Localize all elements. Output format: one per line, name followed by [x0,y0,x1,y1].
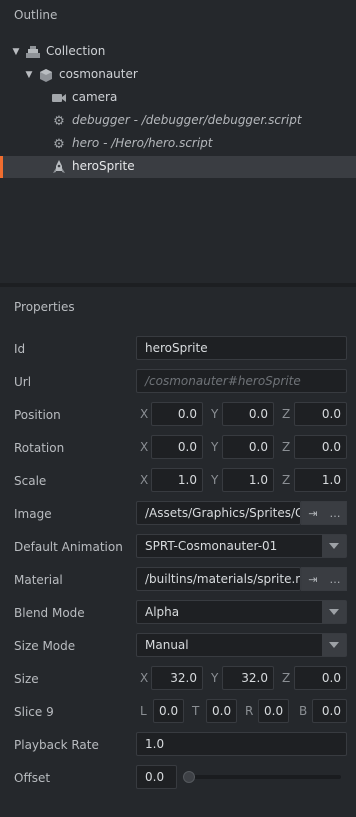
chevron-down-icon [322,634,346,656]
chevron-down-icon [322,535,346,557]
default-animation-label: Default Animation [14,540,123,554]
default-animation-dropdown[interactable]: SPRT-Cosmonauter-01 [136,534,347,558]
tree-item-hero[interactable]: ⚙ hero - /Hero/hero.script [0,133,356,155]
tree-item-label: Collection [46,44,106,58]
tree-item-collection[interactable]: ▼ Collection [0,41,356,63]
id-label: Id [14,342,26,356]
position-y-field[interactable]: 0.0 [222,402,274,426]
slice9-label: Slice 9 [14,705,54,719]
slice9-b-field[interactable]: 0.0 [312,699,347,723]
size-z-field[interactable]: 0.0 [294,666,347,690]
slice9-t-label: T [192,704,200,718]
size-mode-value: Manual [145,638,189,652]
offset-field[interactable]: 0.0 [136,765,177,789]
offset-slider-handle[interactable] [183,771,195,783]
size-label: Size [14,672,39,686]
blend-mode-value: Alpha [145,605,180,619]
default-animation-value: SPRT-Cosmonauter-01 [145,539,278,553]
slice9-l-label: L [140,704,147,718]
tree-item-cosmonauter[interactable]: ▼ cosmonauter [0,64,356,86]
url-label: Url [14,375,32,389]
scale-x-field[interactable]: 1.0 [151,468,203,492]
tree-item-label: hero - /Hero/hero.script [72,136,213,150]
slice9-r-label: R [245,704,254,718]
slice9-l-field[interactable]: 0.0 [153,699,184,723]
tree-item-label: camera [72,90,118,104]
playback-rate-label: Playback Rate [14,738,99,752]
image-label: Image [14,507,52,521]
size-mode-label: Size Mode [14,639,76,653]
sprite-icon [52,160,66,174]
chevron-down-icon [322,601,346,623]
tree-item-label: heroSprite [72,159,135,173]
outline-title: Outline [14,8,58,22]
scale-label: Scale [14,474,47,488]
position-z-field[interactable]: 0.0 [294,402,347,426]
axis-z-label: Z [282,671,291,685]
tree-item-herosprite[interactable]: heroSprite [0,156,356,178]
axis-y-label: Y [211,407,219,421]
goto-resource-icon[interactable]: ⇥ [302,502,324,524]
axis-z-label: Z [282,473,291,487]
expand-toggle-icon[interactable]: ▼ [11,47,21,57]
properties-panel: Properties Id heroSprite Url /cosmonaute… [0,287,356,817]
axis-x-label: X [140,473,149,487]
collection-icon [26,45,40,59]
axis-y-label: Y [211,671,219,685]
game-object-icon [39,68,53,82]
axis-x-label: X [140,407,149,421]
browse-resource-icon[interactable]: … [324,568,346,590]
rotation-x-field[interactable]: 0.0 [151,435,203,459]
scale-y-field[interactable]: 1.0 [222,468,274,492]
axis-x-label: X [140,440,149,454]
material-resource-buttons: ⇥ … [301,567,347,591]
rotation-z-field[interactable]: 0.0 [294,435,347,459]
properties-title: Properties [14,300,75,314]
tree-item-debugger[interactable]: ⚙ debugger - /debugger/debugger.script [0,110,356,132]
axis-y-label: Y [211,473,219,487]
blend-mode-dropdown[interactable]: Alpha [136,600,347,624]
position-label: Position [14,408,61,422]
image-resource-buttons: ⇥ … [301,501,347,525]
id-field[interactable]: heroSprite [136,336,347,360]
browse-resource-icon[interactable]: … [324,502,346,524]
axis-x-label: X [140,671,149,685]
size-x-field[interactable]: 32.0 [151,666,203,690]
expand-toggle-icon[interactable]: ▼ [24,70,34,80]
playback-rate-field[interactable]: 1.0 [136,732,347,756]
tree-item-label: cosmonauter [59,67,138,81]
tree-item-camera[interactable]: camera [0,87,356,109]
offset-label: Offset [14,771,51,785]
offset-slider-track[interactable] [183,775,341,779]
slice9-b-label: B [299,704,308,718]
material-label: Material [14,573,63,587]
size-y-field[interactable]: 32.0 [222,666,274,690]
position-x-field[interactable]: 0.0 [151,402,203,426]
outline-panel: Outline ▼ Collection ▼ cosmonauter camer… [0,0,356,283]
axis-z-label: Z [282,440,291,454]
camera-icon [52,91,66,105]
size-mode-dropdown[interactable]: Manual [136,633,347,657]
image-field[interactable]: /Assets/Graphics/Sprites/Co [136,501,301,525]
gear-icon: ⚙ [53,136,65,152]
goto-resource-icon[interactable]: ⇥ [302,568,324,590]
scale-z-field[interactable]: 1.0 [294,468,347,492]
slice9-t-field[interactable]: 0.0 [206,699,237,723]
axis-y-label: Y [211,440,219,454]
rotation-label: Rotation [14,441,65,455]
url-field[interactable]: /cosmonauter#heroSprite [136,369,347,393]
tree-item-label: debugger - /debugger/debugger.script [72,113,302,127]
gear-icon: ⚙ [53,113,65,129]
rotation-y-field[interactable]: 0.0 [222,435,274,459]
slice9-r-field[interactable]: 0.0 [258,699,289,723]
material-field[interactable]: /builtins/materials/sprite.m [136,567,301,591]
blend-mode-label: Blend Mode [14,606,85,620]
axis-z-label: Z [282,407,291,421]
